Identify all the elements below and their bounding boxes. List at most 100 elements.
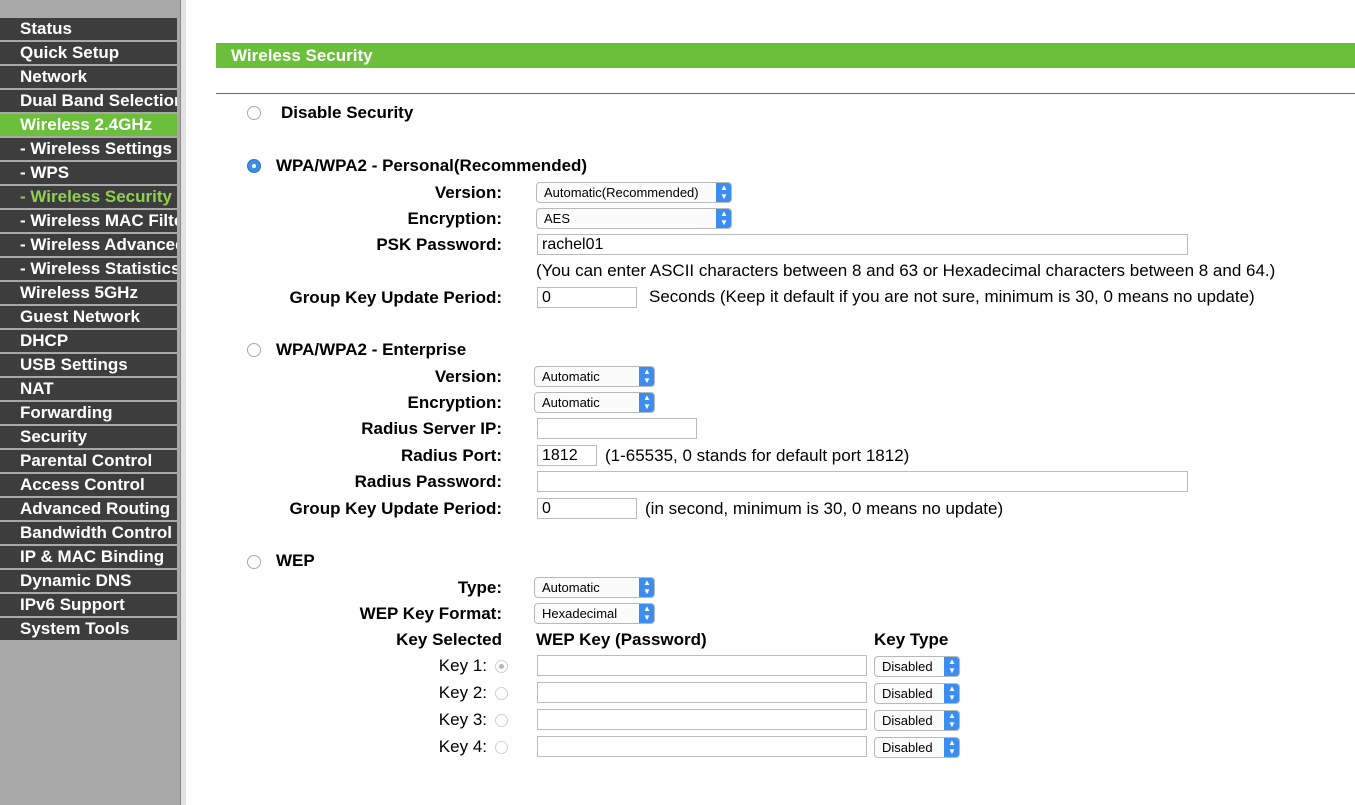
sidebar-item-wireless-5ghz[interactable]: Wireless 5GHz — [0, 282, 177, 304]
key-2-label: Key 2: — [438, 683, 487, 702]
select-chevron-icon: ▲ ▼ — [944, 738, 959, 757]
sidebar-item-ip-mac-binding[interactable]: IP & MAC Binding — [0, 546, 177, 568]
wep-key-format-value: Hexadecimal — [542, 606, 618, 621]
sidebar-item-dual-band-selection[interactable]: Dual Band Selection — [0, 90, 177, 112]
key-1-type-select[interactable]: Disabled ▲ ▼ — [874, 656, 960, 677]
key-4-label: Key 4: — [438, 737, 487, 756]
radius-password-input[interactable] — [537, 471, 1188, 492]
sidebar-item-bandwidth-control[interactable]: Bandwidth Control — [0, 522, 177, 544]
key-selected-header: Key Selected — [396, 630, 502, 649]
wep-key-format-label: WEP Key Format: — [359, 604, 502, 623]
key-3-radio[interactable] — [495, 714, 508, 727]
sidebar-item-system-tools[interactable]: System Tools — [0, 618, 177, 640]
key-4-radio[interactable] — [495, 741, 508, 754]
sidebar-item-wireless-statistics[interactable]: - Wireless Statistics — [0, 258, 177, 280]
enterprise-encryption-value: Automatic — [542, 395, 600, 410]
wpa-enterprise-label: WPA/WPA2 - Enterprise — [276, 340, 467, 359]
sidebar-menu: Status Quick Setup Network Dual Band Select… — [0, 18, 177, 642]
sidebar-item-ipv6-support[interactable]: IPv6 Support — [0, 594, 177, 616]
sidebar-item-status[interactable]: Status — [0, 18, 177, 40]
enterprise-version-label: Version: — [434, 367, 502, 386]
wep-label: WEP — [276, 551, 315, 570]
sidebar-item-dynamic-dns[interactable]: Dynamic DNS — [0, 570, 177, 592]
sidebar-item-guest-network[interactable]: Guest Network — [0, 306, 177, 328]
sidebar-item-parental-control[interactable]: Parental Control — [0, 450, 177, 472]
sidebar-item-wireless-security[interactable]: - Wireless Security — [0, 186, 177, 208]
sidebar-item-wireless-advanced[interactable]: - Wireless Advanced — [0, 234, 177, 256]
enterprise-encryption-select[interactable]: Automatic ▲ ▼ — [534, 392, 655, 413]
key-4-input[interactable] — [537, 736, 867, 757]
personal-encryption-select[interactable]: AES ▲ ▼ — [536, 208, 732, 229]
select-chevron-icon: ▲ ▼ — [639, 393, 654, 412]
wep-key-header: WEP Key (Password) — [536, 630, 707, 649]
title-divider — [216, 93, 1355, 94]
select-chevron-icon: ▲ ▼ — [639, 578, 654, 597]
key-1-type-value: Disabled — [882, 659, 933, 674]
key-2-type-select[interactable]: Disabled ▲ ▼ — [874, 683, 960, 704]
key-3-input[interactable] — [537, 709, 867, 730]
wpa-personal-radio[interactable] — [247, 159, 261, 173]
radius-server-ip-input[interactable] — [537, 418, 697, 439]
enterprise-group-key-input[interactable] — [537, 498, 637, 519]
psk-password-input[interactable] — [537, 234, 1188, 255]
key-1-input[interactable] — [537, 655, 867, 676]
sidebar: Status Quick Setup Network Dual Band Select… — [0, 0, 180, 805]
psk-password-label: PSK Password: — [376, 235, 502, 254]
sidebar-divider[interactable] — [180, 0, 186, 805]
wep-type-value: Automatic — [542, 580, 600, 595]
key-2-type-value: Disabled — [882, 686, 933, 701]
key-3-type-value: Disabled — [882, 713, 933, 728]
psk-password-hint: (You can enter ASCII characters between … — [536, 261, 1276, 280]
sidebar-item-usb-settings[interactable]: USB Settings — [0, 354, 177, 376]
wep-type-select[interactable]: Automatic ▲ ▼ — [534, 577, 655, 598]
sidebar-item-wireless-mac-filtering[interactable]: - Wireless MAC Filtering — [0, 210, 177, 232]
personal-encryption-label: Encryption: — [407, 209, 502, 228]
main-content: Wireless Security Disable Security WPA/W… — [216, 0, 1355, 805]
sidebar-item-wps[interactable]: - WPS — [0, 162, 177, 184]
key-2-radio[interactable] — [495, 687, 508, 700]
sidebar-item-nat[interactable]: NAT — [0, 378, 177, 400]
personal-group-key-label: Group Key Update Period: — [289, 288, 502, 307]
select-chevron-icon: ▲ ▼ — [639, 367, 654, 386]
personal-version-select[interactable]: Automatic(Recommended) ▲ ▼ — [536, 182, 732, 203]
sidebar-item-network[interactable]: Network — [0, 66, 177, 88]
wpa-personal-label: WPA/WPA2 - Personal(Recommended) — [276, 156, 588, 175]
sidebar-item-security[interactable]: Security — [0, 426, 177, 448]
select-chevron-icon: ▲ ▼ — [716, 209, 731, 228]
enterprise-version-value: Automatic — [542, 369, 600, 384]
key-1-radio[interactable] — [495, 660, 508, 673]
personal-version-value: Automatic(Recommended) — [544, 185, 699, 200]
page-title: Wireless Security — [216, 43, 1355, 68]
wep-radio[interactable] — [247, 555, 261, 569]
radius-port-input[interactable] — [537, 445, 597, 466]
sidebar-item-advanced-routing[interactable]: Advanced Routing — [0, 498, 177, 520]
radius-password-label: Radius Password: — [354, 472, 502, 491]
key-type-header: Key Type — [874, 630, 949, 649]
sidebar-item-access-control[interactable]: Access Control — [0, 474, 177, 496]
wep-key-format-select[interactable]: Hexadecimal ▲ ▼ — [534, 603, 655, 624]
sidebar-item-forwarding[interactable]: Forwarding — [0, 402, 177, 424]
sidebar-item-wireless-2-4ghz[interactable]: Wireless 2.4GHz — [0, 114, 177, 136]
enterprise-version-select[interactable]: Automatic ▲ ▼ — [534, 366, 655, 387]
key-2-input[interactable] — [537, 682, 867, 703]
personal-group-key-hint: Seconds (Keep it default if you are not … — [649, 287, 1255, 306]
key-4-type-select[interactable]: Disabled ▲ ▼ — [874, 737, 960, 758]
wep-type-label: Type: — [457, 578, 502, 597]
sidebar-item-wireless-settings[interactable]: - Wireless Settings — [0, 138, 177, 160]
personal-group-key-input[interactable] — [537, 287, 637, 308]
disable-security-label: Disable Security — [281, 103, 414, 122]
sidebar-item-dhcp[interactable]: DHCP — [0, 330, 177, 352]
enterprise-encryption-label: Encryption: — [407, 393, 502, 412]
key-1-label: Key 1: — [438, 656, 487, 675]
radius-port-label: Radius Port: — [400, 446, 502, 465]
radius-port-hint: (1-65535, 0 stands for default port 1812… — [605, 446, 910, 465]
key-4-type-value: Disabled — [882, 740, 933, 755]
key-3-type-select[interactable]: Disabled ▲ ▼ — [874, 710, 960, 731]
radius-server-ip-label: Radius Server IP: — [361, 419, 502, 438]
select-chevron-icon: ▲ ▼ — [944, 684, 959, 703]
select-chevron-icon: ▲ ▼ — [944, 711, 959, 730]
personal-version-label: Version: — [434, 183, 502, 202]
wpa-enterprise-radio[interactable] — [247, 343, 261, 357]
sidebar-item-quick-setup[interactable]: Quick Setup — [0, 42, 177, 64]
disable-security-radio[interactable] — [247, 106, 261, 120]
